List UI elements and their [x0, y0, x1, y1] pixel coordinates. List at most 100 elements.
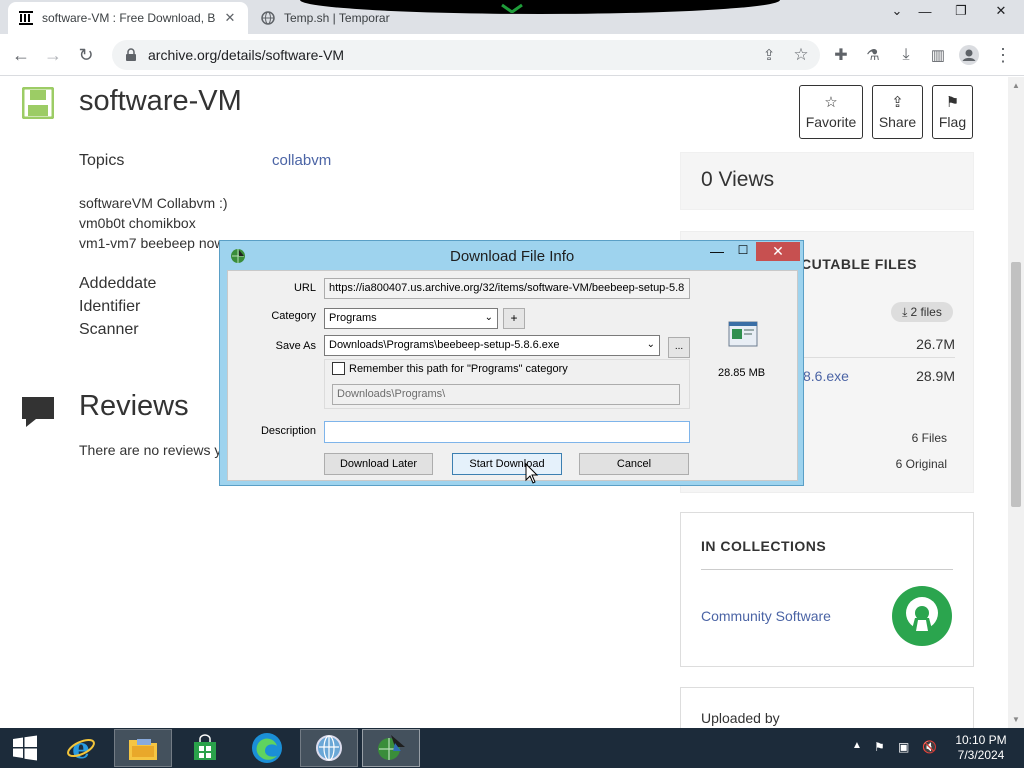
bookmark-star-icon[interactable]: ☆	[788, 42, 814, 68]
download-later-button[interactable]: Download Later	[324, 453, 433, 475]
views-count: 0 Views	[701, 168, 775, 191]
clock-date: 7/3/2024	[957, 748, 1005, 762]
files-heading: CUTABLE FILES	[801, 256, 917, 272]
scroll-down-icon[interactable]: ▼	[1012, 715, 1020, 724]
address-bar[interactable]: archive.org/details/software-VM	[112, 40, 820, 70]
collection-link[interactable]: Community Software	[701, 608, 831, 624]
window-minimize-icon[interactable]: —	[908, 0, 942, 22]
globe-icon	[260, 10, 276, 26]
volume-muted-icon[interactable]: 🔇	[922, 740, 937, 754]
scrollbar-thumb[interactable]	[1011, 262, 1021, 507]
share-page-icon[interactable]: ⇪	[756, 42, 782, 68]
forward-arrow-icon[interactable]: →	[40, 42, 66, 68]
identifier-label: Identifier	[79, 298, 141, 315]
url-field[interactable]: https://ia800407.us.archive.org/32/items…	[324, 278, 690, 299]
dialog-minimize-icon[interactable]: —	[704, 243, 730, 263]
browse-button[interactable]: ...	[668, 337, 690, 358]
page-title: software-VM	[79, 85, 242, 117]
dialog-title: Download File Info	[450, 248, 575, 265]
profile-avatar-icon[interactable]	[956, 42, 982, 68]
add-category-button[interactable]: +	[503, 308, 525, 329]
edge-icon[interactable]	[238, 729, 296, 767]
star-icon: ☆	[824, 93, 838, 111]
file-explorer-icon[interactable]	[114, 729, 172, 767]
system-clock[interactable]: 10:10 PM 7/3/2024	[948, 733, 1014, 763]
category-select[interactable]: Programs ⌄	[324, 308, 498, 329]
action-center-flag-icon[interactable]: ⚑	[874, 740, 885, 754]
no-reviews-text: There are no reviews y	[79, 442, 222, 458]
favorite-button[interactable]: ☆ Favorite	[799, 85, 863, 139]
save-as-select[interactable]: Downloads\Programs\beebeep-setup-5.8.6.e…	[324, 335, 660, 356]
scanner-label: Scanner	[79, 321, 139, 338]
lock-icon	[126, 48, 136, 61]
chevron-down-icon: ⌄	[484, 312, 493, 323]
description-line-2: vm0b0t chomikbox	[79, 215, 196, 231]
views-panel: 0 Views	[680, 152, 974, 210]
save-as-value: Downloads\Programs\beebeep-setup-5.8.6.e…	[329, 339, 560, 351]
topic-link-collabvm[interactable]: collabvm	[272, 152, 331, 169]
clock-time: 10:10 PM	[955, 733, 1007, 747]
favorite-label: Favorite	[805, 113, 857, 130]
url-label: URL	[293, 282, 316, 294]
tab-software-vm[interactable]: software-VM : Free Download, B ✕	[8, 2, 248, 34]
description-label: Description	[260, 425, 316, 437]
reviews-heading: Reviews	[79, 390, 189, 422]
cancel-button[interactable]: Cancel	[579, 453, 689, 475]
lab-flask-icon[interactable]: ⚗	[860, 42, 886, 68]
back-arrow-icon[interactable]: ←	[8, 42, 34, 68]
store-icon[interactable]	[176, 729, 234, 767]
open-source-logo-icon[interactable]	[891, 585, 953, 647]
dialog-titlebar[interactable]: Download File Info — ☐ ✕	[220, 241, 803, 269]
dialog-close-icon[interactable]: ✕	[756, 242, 800, 261]
speech-bubble-icon	[22, 397, 54, 427]
url-text: archive.org/details/software-VM	[148, 47, 345, 63]
screen: software-VM : Free Download, B ✕ Temp.sh…	[0, 0, 1024, 768]
share-label: Share	[878, 113, 917, 130]
dialog-maximize-icon[interactable]: ☐	[730, 243, 756, 263]
window-restore-icon[interactable]: ❐	[944, 0, 978, 22]
notch-mark-icon	[501, 3, 523, 13]
path-field[interactable]: Downloads\Programs\	[332, 384, 680, 405]
share-button[interactable]: ⇪ Share	[872, 85, 923, 139]
description-line-1: softwareVM Collabvm :)	[79, 195, 228, 211]
internet-explorer-icon[interactable]: e	[52, 729, 110, 767]
downloads-icon[interactable]: ⤓	[893, 42, 919, 68]
files-original: 6 Original	[895, 457, 947, 471]
uploader-panel: Uploaded by	[680, 687, 974, 728]
browser-menu-icon[interactable]: ⋮	[990, 42, 1016, 68]
share-icon: ⇪	[891, 93, 904, 111]
topics-label: Topics	[79, 152, 125, 169]
save-as-label: Save As	[275, 340, 316, 352]
file-name: 8.6.exe	[803, 368, 849, 384]
flag-icon: ⚑	[945, 93, 960, 111]
remember-path-checkbox[interactable]	[332, 362, 345, 375]
files-pill-button[interactable]: ⤓ 2 files	[891, 302, 953, 322]
flag-label: Flag	[938, 113, 967, 130]
network-status-icon[interactable]: ▣	[898, 740, 909, 754]
reload-icon[interactable]: ↻	[73, 42, 99, 68]
svg-text:e: e	[72, 733, 90, 763]
category-label: Category	[271, 310, 316, 322]
divider	[701, 569, 953, 570]
description-field[interactable]	[324, 421, 690, 443]
mouse-cursor-icon	[525, 463, 539, 484]
files-count[interactable]: 6 Files	[912, 431, 947, 445]
collections-panel: IN COLLECTIONS Community Software	[680, 512, 974, 667]
side-panel-icon[interactable]: ▥	[925, 42, 951, 68]
scroll-up-icon[interactable]: ▲	[1012, 81, 1020, 90]
idm-taskbar-icon[interactable]	[362, 729, 420, 767]
start-download-button[interactable]: Start Download	[452, 453, 562, 475]
collections-heading: IN COLLECTIONS	[701, 538, 827, 554]
file-size-text: 28.85 MB	[718, 367, 766, 379]
windows-taskbar: e ▲ ⚑ ▣ 🔇 10:10 PM 7/3/2024	[0, 728, 1024, 768]
extensions-puzzle-icon[interactable]: ✚	[828, 42, 854, 68]
close-tab-icon[interactable]: ✕	[222, 10, 238, 26]
page-scrollbar[interactable]: ▲ ▼	[1008, 77, 1024, 728]
network-globe-app-icon[interactable]	[300, 729, 358, 767]
flag-button[interactable]: ⚑ Flag	[932, 85, 973, 139]
start-windows-icon[interactable]	[0, 729, 50, 767]
window-close-icon[interactable]: ✕	[984, 0, 1018, 22]
uploaded-by-label: Uploaded by	[701, 710, 780, 726]
show-hidden-icons-icon[interactable]: ▲	[852, 740, 862, 751]
addeddate-label: Addeddate	[79, 275, 157, 292]
